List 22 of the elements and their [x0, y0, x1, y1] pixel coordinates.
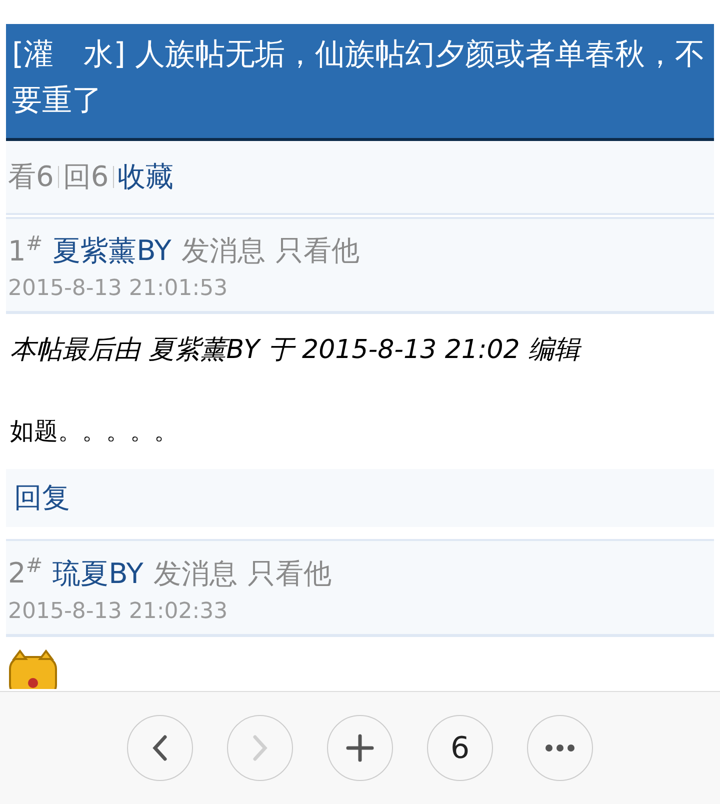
more-icon: [545, 744, 575, 752]
back-button[interactable]: [127, 715, 193, 781]
author-link[interactable]: 夏紫薰BY: [52, 232, 172, 270]
emoticon-icon: [8, 648, 58, 689]
edit-note: 本帖最后由 夏紫薰BY 于 2015-8-13 21:02 编辑: [9, 334, 583, 368]
favorite-link[interactable]: 收藏: [118, 158, 174, 196]
floor-number: 1$^{#}$: [8, 231, 43, 268]
reply-link[interactable]: 回复: [6, 469, 714, 528]
new-tab-button[interactable]: [327, 715, 393, 781]
stat-count: 看6: [8, 159, 54, 195]
back-icon: [152, 734, 168, 762]
plus-icon: [346, 734, 374, 762]
post-body: 如题。。。。。: [9, 416, 179, 448]
author-link[interactable]: 琉夏BY: [52, 554, 144, 593]
post-time: 2015-8-13 21:01:53: [8, 276, 229, 302]
post-time: 2015-8-13 21:02:33: [8, 598, 229, 624]
forward-icon: [252, 734, 268, 762]
menu-button[interactable]: [527, 715, 593, 781]
stat-count: 回6: [62, 159, 109, 195]
thread-title: [灌 水] 人族帖无垢，仙族帖幻夕颜或者单春秋，不要重了: [6, 24, 714, 141]
tabs-button[interactable]: 6: [427, 715, 493, 781]
floor-number: 2$^{#}$: [8, 553, 43, 590]
